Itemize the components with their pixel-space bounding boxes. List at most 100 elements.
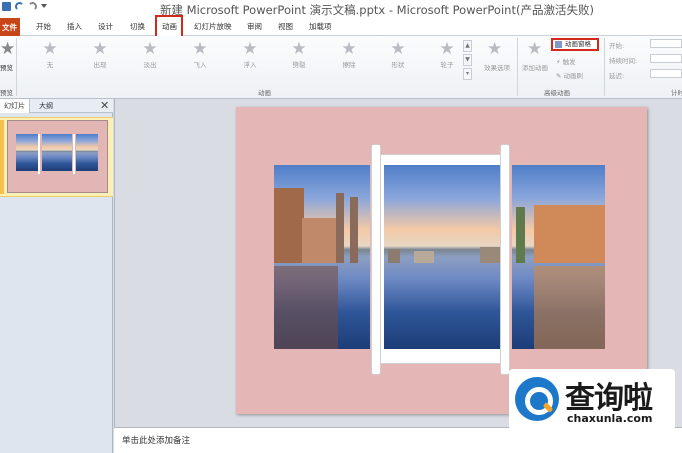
photo-center[interactable] bbox=[384, 165, 504, 349]
preview-button[interactable]: 预览 bbox=[0, 62, 13, 72]
effect-appear[interactable]: ★ 出现 bbox=[83, 40, 117, 69]
building bbox=[388, 248, 400, 263]
tab-home[interactable]: 开始 bbox=[36, 21, 51, 32]
group-divider bbox=[517, 38, 518, 96]
tab-insert[interactable]: 插入 bbox=[67, 21, 82, 32]
frame-strip-left[interactable] bbox=[371, 144, 381, 375]
slide-selected-marker bbox=[0, 120, 4, 194]
star-icon: ★ bbox=[242, 39, 258, 59]
star-icon: ★ bbox=[192, 39, 208, 59]
effect-label: 浮入 bbox=[243, 61, 257, 69]
thumbnail-photo-center bbox=[42, 134, 72, 171]
tab-slides[interactable]: 幻灯片 bbox=[0, 99, 30, 113]
thumbnail-photo-left bbox=[16, 134, 38, 171]
animation-pane-button[interactable]: 动画窗格 bbox=[551, 38, 599, 51]
water-reflection bbox=[534, 266, 605, 349]
timing-duration-label: 持续时间: bbox=[609, 57, 638, 65]
preview-star-icon[interactable]: ★ bbox=[0, 40, 15, 58]
star-icon: ★ bbox=[341, 39, 357, 59]
building bbox=[534, 204, 605, 263]
timing-group-label: 计时 bbox=[671, 89, 682, 97]
church-tower bbox=[336, 192, 344, 263]
effect-split[interactable]: ★ 劈裂 bbox=[282, 40, 316, 69]
redo-icon[interactable] bbox=[28, 2, 37, 11]
tab-view[interactable]: 视图 bbox=[278, 21, 293, 32]
effect-options-icon[interactable]: ★ bbox=[487, 40, 502, 58]
effect-fade[interactable]: ★ 淡出 bbox=[133, 40, 167, 69]
watermark: 查询啦 chaxunla.com bbox=[509, 369, 675, 431]
building bbox=[274, 187, 304, 263]
effect-label: 飞入 bbox=[193, 61, 207, 69]
watermark-domain: chaxunla.com bbox=[567, 412, 653, 425]
gallery-down-icon[interactable]: ▼ bbox=[463, 54, 472, 66]
gallery-more-icon[interactable]: ▾ bbox=[463, 68, 472, 80]
add-animation-button[interactable]: 添加动画 bbox=[522, 62, 548, 72]
timing-start-label: 开始: bbox=[609, 42, 625, 50]
quick-access-toolbar bbox=[2, 2, 47, 11]
tab-transitions[interactable]: 切换 bbox=[130, 21, 145, 32]
title-bar: 新建 Microsoft PowerPoint 演示文稿.pptx - Micr… bbox=[0, 0, 682, 18]
slides-pane: 幻灯片 大纲 ✕ bbox=[0, 99, 113, 453]
tab-review[interactable]: 审阅 bbox=[247, 21, 262, 32]
thumbnail-photo-right bbox=[76, 134, 98, 171]
slide-thumbnail-row[interactable] bbox=[0, 117, 113, 197]
star-icon: ★ bbox=[92, 39, 108, 59]
save-icon[interactable] bbox=[2, 2, 11, 11]
group-divider bbox=[604, 38, 605, 96]
customize-toolbar-icon[interactable] bbox=[41, 4, 47, 9]
effect-label: 淡出 bbox=[143, 61, 157, 69]
effect-label: 劈裂 bbox=[292, 61, 306, 69]
star-icon: ★ bbox=[291, 39, 307, 59]
tab-outline[interactable]: 大纲 bbox=[35, 99, 57, 113]
trigger-button[interactable]: ⚡ 触发 bbox=[556, 56, 576, 66]
animation-painter-label: 动画刷 bbox=[563, 72, 583, 80]
timing-delay-field[interactable] bbox=[650, 69, 682, 78]
trigger-icon: ⚡ bbox=[556, 58, 561, 66]
timing-duration-field[interactable] bbox=[650, 54, 682, 63]
undo-icon[interactable] bbox=[15, 2, 24, 11]
add-animation-icon[interactable]: ★ bbox=[527, 40, 542, 58]
star-icon: ★ bbox=[42, 39, 58, 59]
effect-none[interactable]: ★ 无 bbox=[33, 40, 67, 69]
gallery-up-icon[interactable]: ▲ bbox=[463, 40, 472, 52]
tab-file[interactable]: 文件 bbox=[0, 18, 20, 36]
slide-thumbnail[interactable] bbox=[7, 120, 108, 193]
trigger-label: 触发 bbox=[562, 58, 576, 66]
thumbnail-frame-strip bbox=[73, 134, 75, 174]
timing-delay-label: 延迟: bbox=[609, 72, 625, 80]
slide-canvas[interactable] bbox=[236, 107, 647, 414]
effect-shape[interactable]: ★ 形状 bbox=[381, 40, 415, 69]
effect-fly-in[interactable]: ★ 飞入 bbox=[183, 40, 217, 69]
painter-icon: ✎ bbox=[556, 72, 562, 80]
effect-label: 无 bbox=[46, 61, 54, 69]
building bbox=[302, 217, 338, 263]
effect-float-in[interactable]: ★ 浮入 bbox=[233, 40, 267, 69]
star-icon: ★ bbox=[390, 39, 406, 59]
close-icon[interactable]: ✕ bbox=[100, 99, 109, 112]
church-spire bbox=[516, 206, 525, 263]
group-divider bbox=[16, 38, 17, 96]
star-icon: ★ bbox=[142, 39, 158, 59]
window-title: 新建 Microsoft PowerPoint 演示文稿.pptx - Micr… bbox=[160, 3, 594, 17]
tab-design[interactable]: 设计 bbox=[98, 21, 113, 32]
frame-strip-right[interactable] bbox=[500, 144, 510, 375]
slides-pane-tabs: 幻灯片 大纲 ✕ bbox=[0, 99, 113, 113]
building bbox=[480, 246, 500, 263]
effect-label: 轮子 bbox=[440, 61, 454, 69]
photo-right[interactable] bbox=[512, 165, 605, 349]
thumbnail-frame-strip bbox=[38, 134, 40, 174]
timing-start-select[interactable] bbox=[650, 39, 682, 48]
effect-label: 形状 bbox=[391, 61, 405, 69]
tab-slideshow[interactable]: 幻灯片放映 bbox=[194, 21, 232, 32]
notes-placeholder[interactable]: 单击此处添加备注 bbox=[122, 434, 190, 446]
ribbon-animations: ★ 预览 预览 ★ 无 ★ 出现 ★ 淡出 ★ 飞入 ★ 浮入 ★ 劈裂 ★ 擦除 ★ 形状 ★… bbox=[0, 36, 682, 99]
effect-options-button[interactable]: 效果选项 bbox=[484, 62, 510, 72]
advanced-animation-group-label: 高级动画 bbox=[544, 89, 570, 97]
animation-group-label: 动画 bbox=[258, 89, 271, 97]
effect-wheel[interactable]: ★ 轮子 bbox=[430, 40, 464, 69]
tab-addins[interactable]: 加载项 bbox=[309, 21, 332, 32]
effect-wipe[interactable]: ★ 擦除 bbox=[332, 40, 366, 69]
water-reflection bbox=[274, 266, 338, 349]
animation-painter-button[interactable]: ✎ 动画刷 bbox=[556, 70, 583, 80]
photo-left[interactable] bbox=[274, 165, 370, 349]
